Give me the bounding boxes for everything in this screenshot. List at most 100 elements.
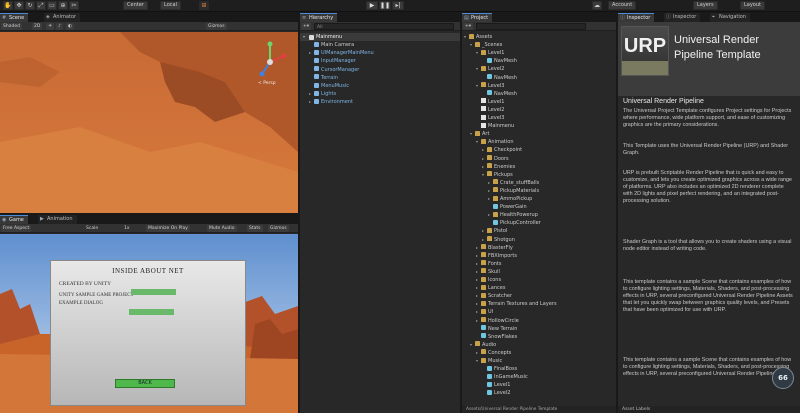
tree-item[interactable]: NavMesh [482, 57, 517, 65]
hierarchy-search-input[interactable]: All [314, 23, 454, 30]
account-dropdown[interactable]: Account [608, 1, 637, 10]
tree-item[interactable]: ▸ AmmoPickup [488, 195, 532, 203]
tree-item[interactable]: ▸ Lights [309, 90, 336, 98]
tab-inspector[interactable]: ⓘ Inspector [618, 13, 655, 22]
play-icon[interactable]: ▶ [366, 1, 378, 10]
tree-item[interactable]: FinalBoss [482, 365, 517, 373]
create-asset-button[interactable]: +▾ [463, 23, 474, 30]
tree-item[interactable]: ▾ Music [476, 357, 502, 365]
scale-value[interactable]: 1x [122, 225, 132, 232]
tab-scene[interactable]: # Scene [0, 13, 29, 22]
tree-item[interactable]: PickupController [488, 219, 541, 227]
custom-tool-icon[interactable]: ✂ [69, 1, 79, 10]
hierarchy-scene-row[interactable]: ▾ Mainmenu [300, 33, 460, 41]
tree-item[interactable]: InputManager [309, 57, 356, 65]
move-tool-icon[interactable]: ✥ [14, 1, 24, 10]
tree-item[interactable]: ▸ Icons [476, 276, 501, 284]
tab-inspector-2[interactable]: ⓘ Inspector [664, 13, 701, 22]
tree-item[interactable]: PowerGain [488, 203, 527, 211]
tree-item[interactable]: Main Camera [309, 41, 354, 49]
hand-tool-icon[interactable]: ✋ [3, 1, 13, 10]
add-object-button[interactable]: +▾ [301, 23, 312, 30]
stats-toggle[interactable]: Stats [247, 225, 263, 232]
tab-game[interactable]: ◉ Game [0, 215, 28, 224]
tab-navigation[interactable]: ⌖ Navigation [710, 13, 750, 22]
pause-icon[interactable]: ❚❚ [379, 1, 391, 10]
tree-item[interactable]: ▾ Art [470, 130, 489, 138]
tree-item[interactable]: ▸ HealthPowerup [488, 211, 538, 219]
tree-item[interactable]: ▾ Animation [476, 138, 514, 146]
collab-icon[interactable]: ☁ [592, 1, 602, 10]
maximize-on-play-toggle[interactable]: Maximize On Play [146, 225, 190, 232]
tree-item[interactable]: ▸ Environment [309, 98, 353, 106]
aspect-dropdown[interactable]: Free Aspect [1, 225, 32, 232]
tree-item[interactable]: Level3 [476, 114, 504, 122]
tree-item[interactable]: Terrain [309, 74, 338, 82]
tree-item[interactable]: ▾ Audio [470, 341, 496, 349]
tree-item[interactable]: ▸ Terrain Textures and Layers [476, 300, 557, 308]
tree-item[interactable]: ▸ Skull [476, 268, 500, 276]
tree-item[interactable]: ▸ Pistol [482, 227, 507, 235]
pivot-local-button[interactable]: Local [160, 1, 181, 10]
lighting-toggle-icon[interactable]: ☀ [46, 23, 55, 30]
tree-item[interactable]: Level2 [476, 106, 504, 114]
tree-item[interactable]: ▾ Level1 [476, 49, 504, 57]
tree-item[interactable]: ▸ Checkpoint [482, 146, 522, 154]
tree-item[interactable]: ▾ Assets [464, 33, 492, 41]
tree-item[interactable]: ▾ Pickups [482, 171, 513, 179]
pivot-center-button[interactable]: Center [123, 1, 148, 10]
2d-toggle[interactable]: 2D [32, 23, 43, 30]
tree-item[interactable]: ▾ Level3 [476, 82, 504, 90]
tree-item[interactable]: ▸ Lances [476, 284, 505, 292]
mute-audio-toggle[interactable]: Mute Audio [207, 225, 237, 232]
layers-dropdown[interactable]: Layers [693, 1, 718, 10]
scene-viewport[interactable] [0, 32, 298, 213]
tree-item[interactable]: ▸ UIManagerMainMenu [309, 49, 374, 57]
audio-toggle-icon[interactable]: ♪ [56, 23, 63, 30]
tree-item[interactable]: ▸ Enemies [482, 163, 515, 171]
tree-item[interactable]: CursorManager [309, 66, 359, 74]
tree-item[interactable]: ▸ HollowCircle [476, 317, 519, 325]
tree-item[interactable]: ▸ Shotgun [482, 236, 515, 244]
gizmos-dropdown[interactable]: Gizmos [206, 23, 227, 30]
snap-grid-icon[interactable]: ⊞ [199, 1, 209, 10]
tree-item[interactable]: MenuMusic [309, 82, 349, 90]
tree-item[interactable]: ▸ PickupMaterials [488, 187, 539, 195]
tree-item[interactable]: ▸ UI [476, 308, 493, 316]
tree-item[interactable]: ▸ BlasterFly [476, 244, 513, 252]
rotate-tool-icon[interactable]: ↻ [25, 1, 35, 10]
shading-mode-dropdown[interactable]: Shaded [1, 23, 22, 30]
tree-item[interactable]: NavMesh [482, 74, 517, 82]
project-search-input[interactable] [476, 23, 586, 30]
layout-dropdown[interactable]: Layout [740, 1, 765, 10]
persp-label[interactable]: < Persp [258, 81, 276, 86]
tree-item[interactable]: ▾ Level2 [476, 65, 504, 73]
tab-hierarchy[interactable]: ≡ Hierarchy [300, 13, 338, 22]
tree-item[interactable]: ▸ Scratcher [476, 292, 512, 300]
game-gizmos-dropdown[interactable]: Gizmos [268, 225, 289, 232]
tree-item[interactable]: ▸ Concepts [476, 349, 511, 357]
tree-item[interactable]: Mainmenu [476, 122, 514, 130]
fps-badge[interactable]: 66 [772, 367, 794, 389]
tree-item[interactable]: Level1 [476, 98, 504, 106]
expand-arrow-icon[interactable]: ▾ [303, 33, 305, 41]
asset-labels-bar[interactable]: Asset Labels [618, 406, 800, 413]
tree-item[interactable]: SnowFlakes [476, 333, 517, 341]
tab-animator[interactable]: ◈ Animator [44, 13, 80, 22]
tree-item[interactable]: ▾ _Scenes [470, 41, 502, 49]
tab-animation[interactable]: ▶ Animation [38, 215, 77, 224]
transform-tool-icon[interactable]: ⊕ [58, 1, 68, 10]
tab-project[interactable]: ▤ Project [462, 13, 493, 22]
dialog-back-button[interactable]: BACK [115, 379, 175, 388]
step-icon[interactable]: ▸| [392, 1, 404, 10]
tree-item[interactable]: InGameMusic [482, 373, 528, 381]
scale-tool-icon[interactable]: ⤢ [36, 1, 46, 10]
tree-item[interactable]: NavMesh [482, 90, 517, 98]
tree-item[interactable]: Level1 [482, 381, 510, 389]
rect-tool-icon[interactable]: ▭ [47, 1, 57, 10]
tree-item[interactable]: ▸ Crate_stuffBalls [488, 179, 539, 187]
tree-item[interactable]: ▸ Fonts [476, 260, 502, 268]
tree-item[interactable]: ▸ FBXImports [476, 252, 517, 260]
tree-item[interactable]: Level2 [482, 389, 510, 397]
effects-toggle-icon[interactable]: ◐ [66, 23, 74, 30]
